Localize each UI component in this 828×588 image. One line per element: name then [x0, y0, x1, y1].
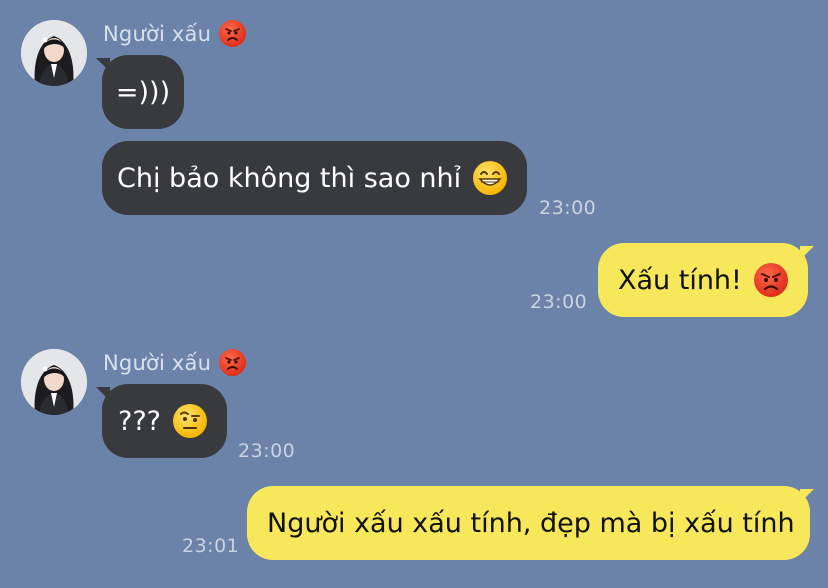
message-bubble[interactable]: =))) [102, 55, 184, 129]
angry-face-icon [219, 349, 247, 376]
angry-face-icon [219, 20, 247, 47]
raised-eyebrow-face-icon [173, 404, 207, 438]
message-text: Xấu tính! [618, 264, 742, 296]
angry-face-icon [753, 263, 788, 297]
message-bubble[interactable]: Xấu tính! [598, 243, 808, 317]
avatar[interactable] [21, 20, 87, 86]
message-bubble[interactable]: ??? [102, 384, 227, 458]
bubble-tail [800, 246, 814, 260]
message-text: Người xấu xấu tính, đẹp mà bị xấu tính [267, 507, 795, 539]
sender-name: Người xấu [103, 20, 247, 47]
message-text: Chị bảo không thì sao nhỉ [117, 162, 462, 194]
message-time: 23:00 [539, 197, 597, 219]
sender-name-label: Người xấu [103, 21, 212, 46]
sender-name-label: Người xấu [103, 350, 212, 375]
message-text: ??? [118, 405, 161, 437]
message-text: =))) [115, 76, 171, 108]
avatar[interactable] [21, 349, 87, 415]
message-time: 23:01 [182, 535, 240, 557]
message-time: 23:00 [238, 440, 296, 462]
message-time: 23:00 [530, 291, 588, 313]
message-bubble[interactable]: Chị bảo không thì sao nhỉ [102, 141, 527, 215]
grinning-face-icon [473, 161, 508, 195]
message-bubble[interactable]: Người xấu xấu tính, đẹp mà bị xấu tính [247, 486, 810, 560]
sender-name: Người xấu [103, 349, 247, 376]
bubble-tail [800, 489, 814, 503]
